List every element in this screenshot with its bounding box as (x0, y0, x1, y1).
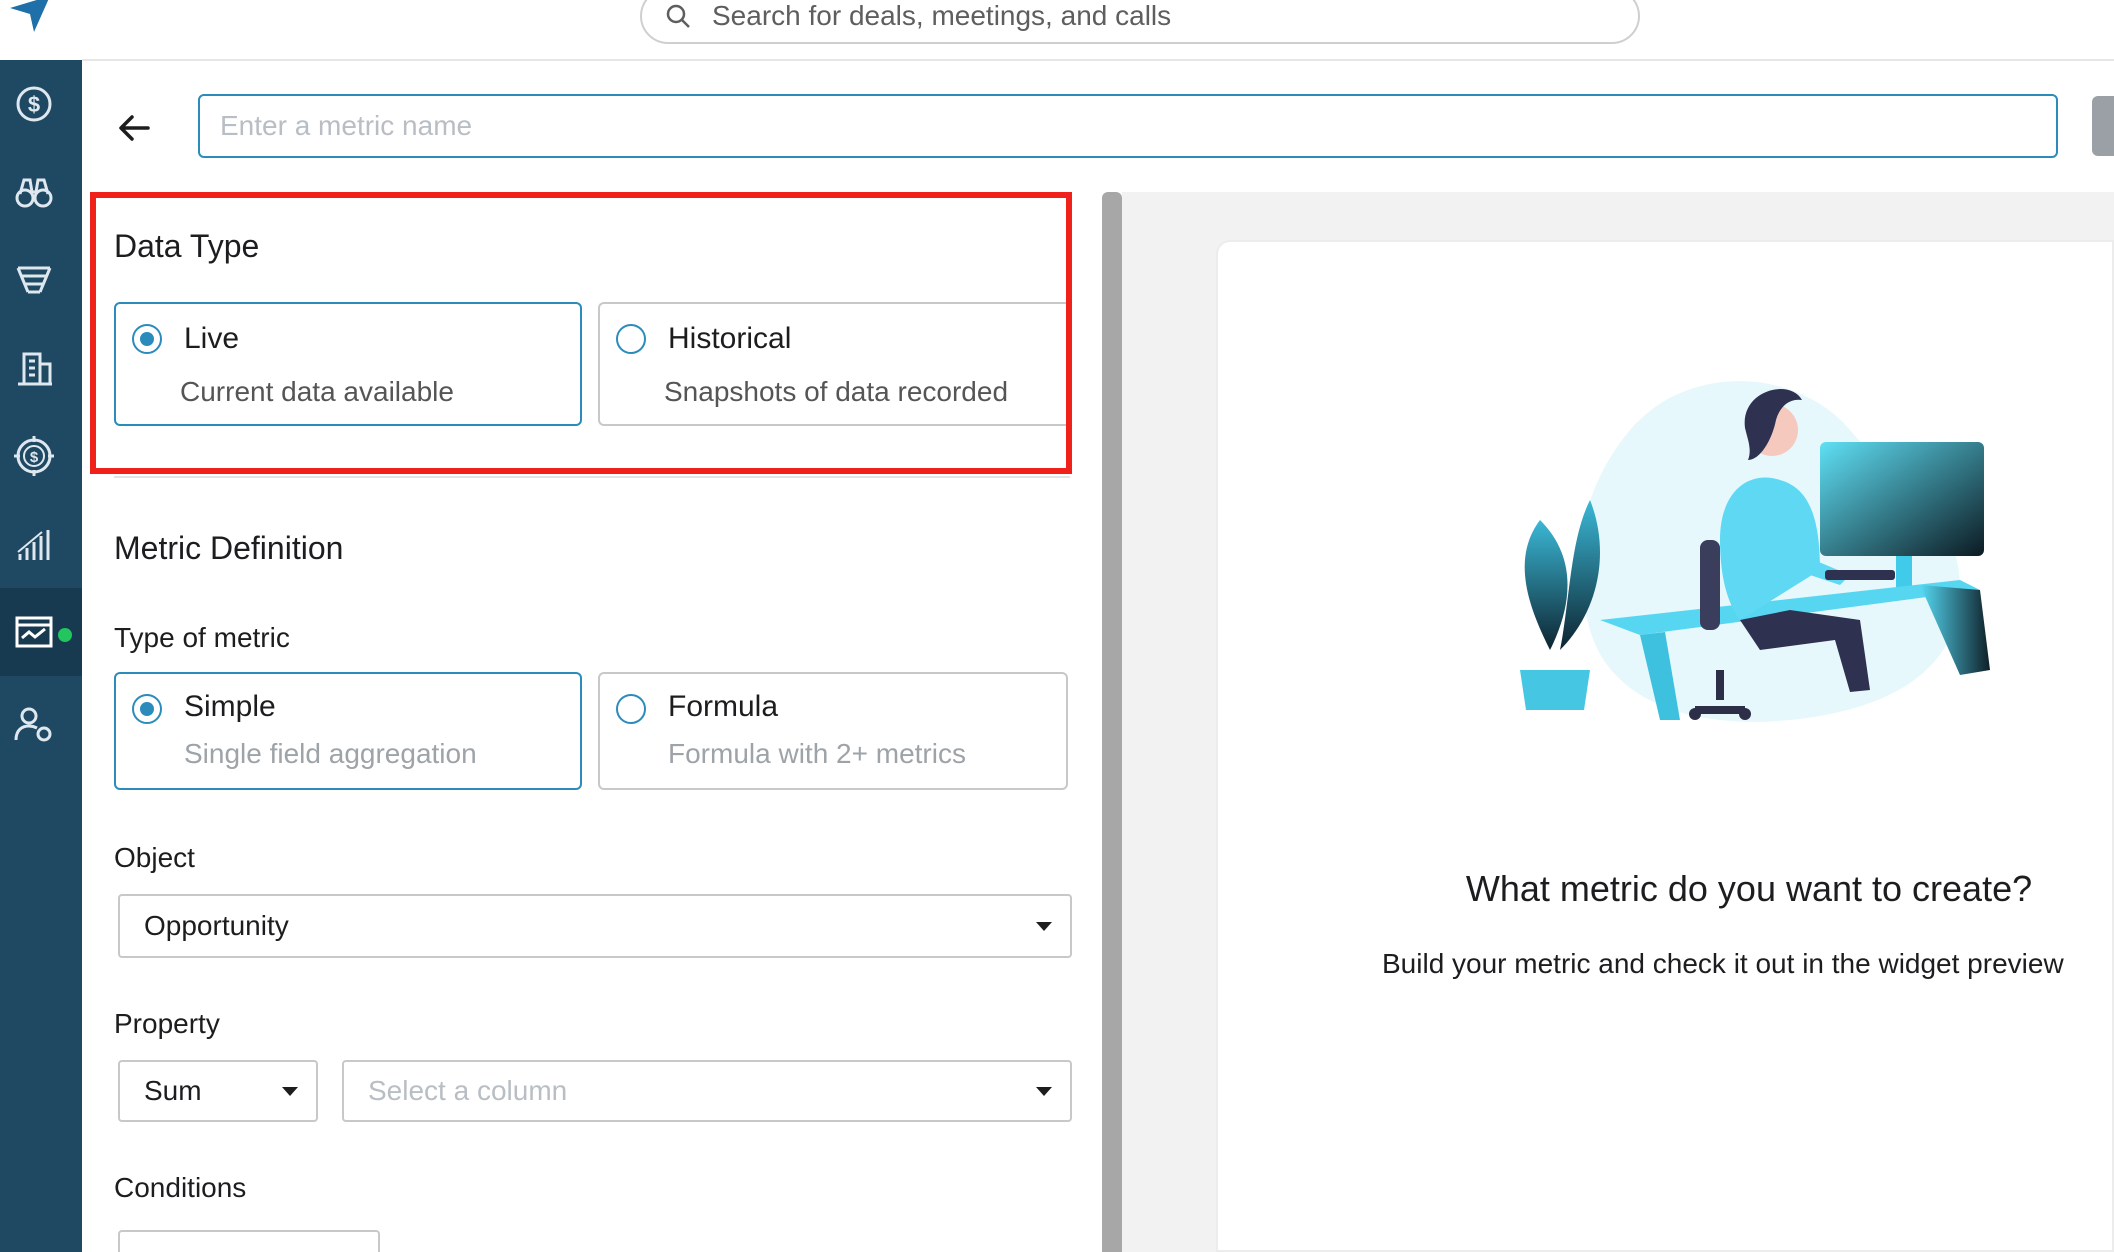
logo[interactable] (0, 0, 82, 60)
logo-icon (10, 0, 49, 32)
building-icon (18, 352, 52, 386)
preview-title: What metric do you want to create? (1465, 868, 2033, 909)
back-arrow-icon[interactable] (112, 106, 156, 150)
target-dollar-icon: $ (14, 436, 54, 476)
dollar-circle-icon: $ (16, 86, 52, 122)
conditions-label: Conditions (114, 1172, 247, 1203)
metric-name-input[interactable] (198, 94, 2058, 158)
search-placeholder: Search for deals, meetings, and calls (712, 0, 1172, 31)
active-indicator (58, 628, 72, 642)
metric-definition-title: Metric Definition (114, 530, 344, 566)
aggregation-select[interactable]: Sum (118, 1060, 318, 1122)
search-icon (666, 4, 690, 28)
property-label: Property (114, 1008, 220, 1039)
top-bar: Search for deals, meetings, and calls (82, 0, 2114, 61)
metric-type-option-formula[interactable]: Formula Formula with 2+ metrics (598, 672, 1068, 790)
chevron-down-icon (1036, 1087, 1052, 1096)
object-select[interactable]: Opportunity (118, 894, 1072, 958)
sidebar-item-dashboards[interactable] (0, 588, 82, 676)
simple-label: Simple (184, 690, 276, 723)
dashboard-icon (15, 616, 53, 648)
column-placeholder: Select a column (368, 1075, 568, 1106)
person-at-desk-illustration (1520, 381, 1990, 722)
metric-type-option-simple[interactable]: Simple Single field aggregation (114, 672, 582, 790)
column-select[interactable]: Select a column (342, 1060, 1072, 1122)
sidebar-item-accounts[interactable] (0, 324, 82, 412)
scrollbar[interactable] (1102, 192, 1122, 1252)
formula-label: Formula (668, 690, 779, 723)
formula-radio[interactable] (616, 694, 646, 724)
binoculars-icon (15, 178, 53, 208)
simple-radio[interactable] (132, 694, 162, 724)
simple-description: Single field aggregation (184, 738, 477, 769)
preview-subtitle: Build your metric and check it out in th… (1382, 948, 2064, 979)
sidebar-item-deals[interactable]: $ (0, 60, 82, 148)
object-value: Opportunity (144, 910, 289, 941)
chevron-down-icon (1036, 922, 1052, 931)
aggregation-value: Sum (144, 1075, 202, 1106)
save-button[interactable] (2092, 96, 2114, 156)
sidebar-item-forecast[interactable]: $ (0, 412, 82, 500)
formula-description: Formula with 2+ metrics (668, 738, 966, 769)
bar-chart-icon (17, 530, 50, 560)
chevron-down-icon (282, 1087, 298, 1096)
svg-text:$: $ (28, 92, 40, 117)
section-divider (114, 476, 1070, 478)
type-of-metric-label: Type of metric (114, 622, 290, 653)
user-settings-icon (14, 707, 52, 742)
add-condition-button[interactable] (118, 1230, 380, 1252)
funnel-icon (16, 266, 52, 294)
svg-text:$: $ (30, 449, 39, 466)
sidebar-item-analytics[interactable] (0, 500, 82, 588)
highlight-annotation (90, 192, 1072, 474)
sidebar-item-admin[interactable] (0, 680, 82, 768)
sidebar-item-insights[interactable] (0, 148, 82, 236)
sidebar-item-pipeline[interactable] (0, 236, 82, 324)
object-label: Object (114, 842, 195, 873)
global-search[interactable]: Search for deals, meetings, and calls (640, 0, 1640, 44)
sidebar: $ $ (0, 0, 82, 1252)
